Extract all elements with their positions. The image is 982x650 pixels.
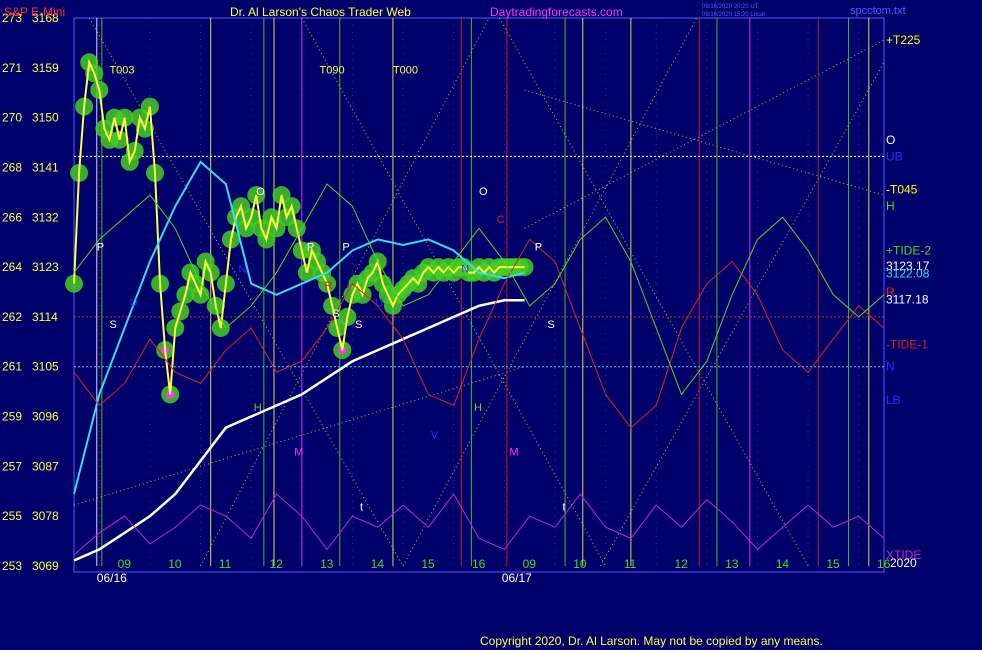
chart-letter: M — [509, 446, 518, 458]
y-tick-degree: 261 — [2, 360, 22, 374]
chart-letter: t — [563, 502, 566, 514]
y-tick-degree: 253 — [2, 559, 22, 573]
chart-background — [0, 0, 982, 650]
x-hour-label: 14 — [776, 557, 790, 571]
y-tick-price: 3096 — [32, 410, 59, 424]
chart-letter: S — [332, 308, 339, 320]
x-date-label: 06/17 — [502, 571, 532, 585]
y-tick-price: 3078 — [32, 509, 59, 523]
site-link[interactable]: Daytradingforecasts.com — [490, 5, 623, 19]
time-marker: T003 — [109, 64, 134, 76]
x-hour-label: 10 — [573, 557, 587, 571]
x-hour-label: 12 — [675, 557, 689, 571]
year-label: 2020 — [890, 556, 917, 570]
y-tick-price: 3105 — [32, 360, 59, 374]
chart-letter: O — [256, 186, 265, 198]
page-title: Dr. Al Larson's Chaos Trader Web — [230, 5, 411, 19]
chart-letter: S — [355, 319, 362, 331]
chart-letter: P — [342, 241, 349, 253]
chart-letter: P — [97, 241, 104, 253]
timestamp-local: 06/16/2020 15:20 Local — [702, 12, 765, 18]
chart-letter: U — [130, 297, 138, 309]
chart-letter: S — [547, 319, 554, 331]
right-label: N — [886, 360, 895, 374]
y-tick-degree: 268 — [2, 160, 22, 174]
chart-letter: R — [325, 280, 333, 292]
right-label: 3117.18 — [886, 292, 929, 306]
right-label: O — [886, 133, 895, 147]
timestamp-ut: 06/16/2020 20:20 UT — [702, 4, 759, 10]
x-hour-label: 13 — [320, 557, 334, 571]
chart-letter: P — [535, 241, 542, 253]
time-marker: T090 — [320, 64, 345, 76]
y-tick-degree: 270 — [2, 111, 22, 125]
chart-letter: O — [479, 186, 488, 198]
chaos-chart: PSUHNOMP PSUVNOCHMPSt tRST003 T090 T000 273 3… — [0, 0, 982, 650]
x-hour-label: 11 — [624, 557, 637, 571]
chart-letter: N — [461, 264, 469, 276]
data-filename: spcctom.txt — [850, 5, 906, 17]
y-tick-price: 3132 — [32, 210, 59, 224]
y-tick-price: 3150 — [32, 111, 59, 125]
time-marker: T000 — [393, 64, 418, 76]
x-hour-label: 15 — [421, 557, 435, 571]
right-label: -TIDE-1 — [886, 338, 928, 352]
right-label: +TIDE-2 — [886, 243, 931, 257]
chart-letter: C — [497, 214, 505, 226]
x-hour-label: 09 — [523, 557, 537, 571]
chart-letter: S — [109, 319, 116, 331]
chart-letter: M — [294, 446, 303, 458]
copyright-notice: Copyright 2020, Dr. Al Larson. May not b… — [480, 634, 823, 648]
y-tick-price: 3141 — [32, 160, 59, 174]
chart-letter: t — [360, 502, 363, 514]
x-hour-label: 16 — [472, 557, 486, 571]
y-tick-degree: 255 — [2, 509, 22, 523]
y-tick-degree: 257 — [2, 459, 22, 473]
x-hour-label: 15 — [826, 557, 840, 571]
y-tick-price: 3069 — [32, 559, 59, 573]
y-tick-degree: 264 — [2, 260, 22, 274]
x-date-label: 06/16 — [97, 571, 127, 585]
y-tick-degree: 262 — [2, 310, 22, 324]
right-label: +T225 — [886, 33, 921, 47]
chart-letter: H — [254, 402, 262, 414]
right-label: 3122.08 — [886, 267, 930, 281]
y-tick-degree: 259 — [2, 410, 22, 424]
right-label: H — [886, 199, 895, 213]
x-hour-label: 09 — [118, 557, 132, 571]
x-hour-label: 12 — [270, 557, 284, 571]
instrument-title: S&P E-Mini — [4, 5, 65, 19]
y-tick-price: 3087 — [32, 459, 59, 473]
chart-letter: U — [375, 297, 383, 309]
right-label: UB — [886, 149, 903, 163]
chart-letter: H — [474, 402, 482, 414]
right-label: -T045 — [886, 183, 918, 197]
chart-letter: V — [431, 430, 439, 442]
y-tick-degree: 271 — [2, 61, 22, 75]
x-hour-label: 11 — [219, 557, 232, 571]
y-tick-price: 3159 — [32, 61, 59, 75]
y-tick-degree: 266 — [2, 210, 22, 224]
chart-letter: N — [239, 264, 247, 276]
x-hour-label: 10 — [168, 557, 182, 571]
x-hour-label: 14 — [371, 557, 385, 571]
x-hour-label: 13 — [725, 557, 739, 571]
y-tick-price: 3123 — [32, 260, 59, 274]
right-label: LB — [886, 393, 901, 407]
chart-letter: P — [307, 241, 314, 253]
y-tick-price: 3114 — [32, 310, 58, 324]
